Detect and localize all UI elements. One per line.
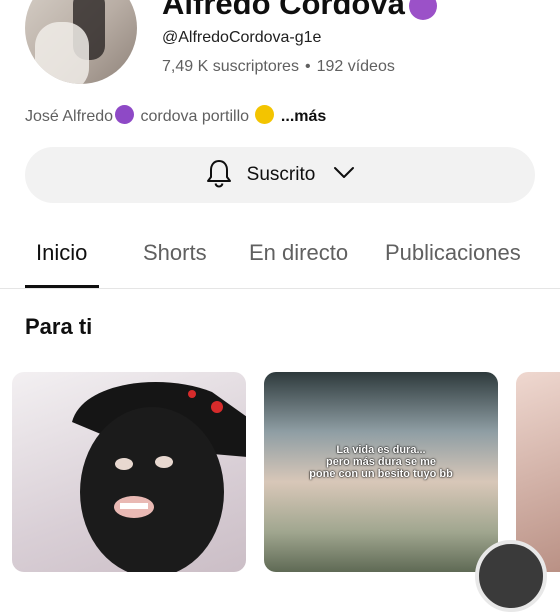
tab-shorts[interactable]: Shorts (143, 240, 207, 266)
channel-stats: 7,49 K suscriptores • 192 vídeos (162, 58, 395, 76)
chevron-down-icon (333, 166, 355, 185)
caption-line: pero más dura se me (325, 456, 437, 468)
channel-name: Alfredo Cordova (162, 0, 437, 22)
face-image (72, 382, 246, 572)
devil-emoji-icon (115, 105, 135, 124)
channel-description[interactable]: José Alfredo cordova portillo ...más (25, 105, 326, 126)
thumbnail-caption: La vida es dura... pero más dura se me p… (264, 444, 498, 480)
description-part1: José Alfredo (25, 108, 114, 125)
video-thumbnail[interactable] (12, 372, 246, 572)
tab-publicaciones[interactable]: Publicaciones (385, 240, 521, 266)
channel-handle: @AlfredoCordova-g1e (162, 29, 322, 46)
channel-tabs: Inicio Shorts En directo Publicaciones (0, 226, 560, 289)
tab-inicio[interactable]: Inicio (36, 240, 87, 266)
video-count: 192 vídeos (316, 58, 395, 75)
active-tab-indicator (25, 285, 99, 288)
channel-avatar[interactable] (25, 0, 137, 84)
bell-icon (205, 158, 233, 193)
subscriber-count: 7,49 K suscriptores (162, 58, 299, 75)
floating-action-button[interactable] (475, 540, 547, 612)
stats-separator: • (304, 58, 311, 75)
tab-en-directo[interactable]: En directo (249, 240, 348, 266)
wink-emoji-icon (255, 105, 275, 124)
subscribed-button[interactable]: Suscrito (25, 147, 535, 203)
caption-line: pone con un besito tuyo bb (309, 468, 453, 480)
more-link[interactable]: ...más (281, 108, 326, 125)
subscribed-label: Suscrito (246, 164, 316, 185)
caption-line: La vida es dura... (336, 444, 426, 456)
video-thumbnail[interactable]: La vida es dura... pero más dura se me p… (264, 372, 498, 572)
section-title: Para ti (25, 314, 93, 339)
description-part2: cordova portillo (140, 108, 250, 125)
channel-name-text: Alfredo Cordova (162, 0, 405, 21)
devil-emoji-icon (408, 0, 437, 20)
